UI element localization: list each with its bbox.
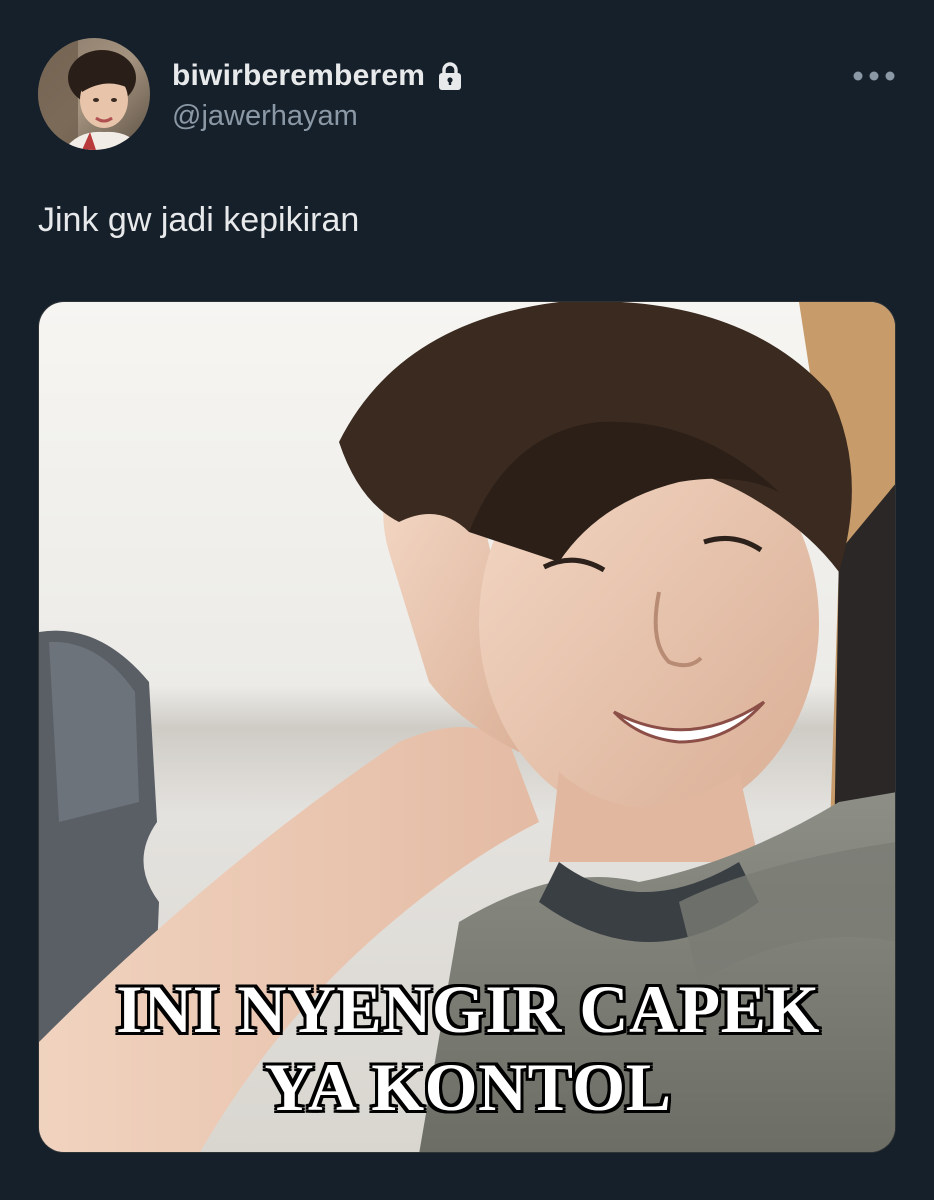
lock-icon (437, 61, 463, 91)
author-handle[interactable]: @jawerhayam (172, 100, 358, 133)
tweet-text: Jink gw jadi kepikiran (38, 201, 360, 239)
avatar-photo (38, 38, 150, 150)
avatar[interactable] (38, 38, 150, 150)
tweet-media[interactable]: INI NYENGIR CAPEK YA KONTOL (38, 301, 896, 1153)
display-name[interactable]: biwirberemberem (172, 59, 425, 93)
meme-caption: INI NYENGIR CAPEK YA KONTOL (39, 970, 895, 1126)
meme-caption-line-2: YA KONTOL (264, 1049, 672, 1125)
tweet-card: biwirberemberem @jawerhayam Jink gw jadi… (0, 0, 934, 1200)
more-options-button[interactable] (838, 56, 910, 96)
more-horizontal-icon (853, 71, 895, 81)
meme-caption-line-1: INI NYENGIR CAPEK (116, 971, 820, 1047)
author-name-row: biwirberemberem (172, 56, 463, 96)
